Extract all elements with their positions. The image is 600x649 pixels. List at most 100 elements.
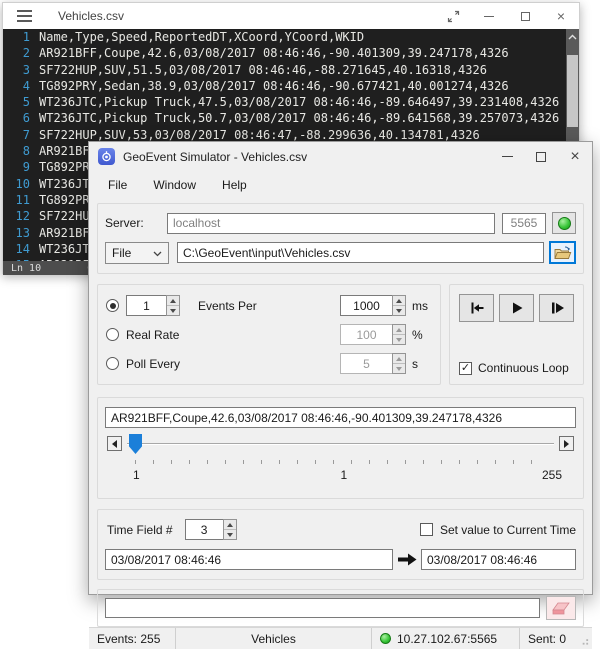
spin-down-icon[interactable] [167, 305, 179, 315]
maximize-icon[interactable] [524, 142, 558, 171]
events-count: Events: 255 [89, 628, 175, 649]
line-text: AR921BF [39, 257, 90, 261]
line-text: TG892PR [39, 159, 90, 175]
line-text: Name,Type,Speed,ReportedDT,XCoord,YCoord… [39, 29, 364, 45]
menu-window[interactable]: Window [140, 174, 209, 196]
event-count-value[interactable]: 1 [126, 295, 166, 316]
scrollbar-thumb[interactable] [567, 55, 578, 127]
event-group: AR921BFF,Coupe,42.6,03/08/2017 08:46:46,… [97, 397, 584, 499]
line-number: 7 [3, 127, 39, 143]
time-field-spinner[interactable]: 3 [185, 519, 237, 540]
step-forward-button[interactable] [539, 294, 574, 322]
minimize-icon[interactable] [471, 3, 507, 29]
editor-line: 4TG892PRY,Sedan,38.9,03/08/2017 08:46:46… [3, 78, 579, 94]
menu-help[interactable]: Help [209, 174, 260, 196]
time-field-value[interactable]: 3 [185, 519, 223, 540]
poll-every-value: 5 [340, 353, 392, 374]
open-file-button[interactable] [549, 241, 576, 264]
line-number: 8 [3, 143, 39, 159]
line-text: TG892PRY,Sedan,38.9,03/08/2017 08:46:46,… [39, 78, 509, 94]
sent-count: Sent: 0 [519, 628, 577, 649]
time-to-input[interactable]: 03/08/2017 08:46:46 [421, 549, 576, 570]
line-text: WT236JT [39, 176, 90, 192]
server-address: 10.27.102.67:5565 [397, 632, 497, 646]
server-port-input[interactable]: 5565 [502, 213, 546, 234]
spin-down-icon[interactable] [393, 305, 405, 315]
fixed-rate-radio[interactable] [106, 299, 119, 312]
line-number: 14 [3, 241, 39, 257]
connection-status-icon [558, 217, 571, 230]
poll-every-radio[interactable] [106, 357, 119, 370]
editor-window-controls: × [435, 3, 579, 29]
line-text: AR921BF [39, 225, 90, 241]
close-icon[interactable]: × [543, 3, 579, 29]
eraser-icon [551, 601, 571, 616]
current-event-input[interactable]: AR921BFF,Coupe,42.6,03/08/2017 08:46:46,… [105, 407, 576, 428]
server-host-input[interactable]: localhost [167, 213, 495, 234]
interval-value[interactable]: 1000 [340, 295, 392, 316]
spin-up-icon [393, 354, 405, 363]
resize-grip[interactable] [577, 628, 592, 649]
line-text: WT236JTC,Pickup Truck,50.7,03/08/2017 08… [39, 110, 559, 126]
chevron-down-icon [153, 246, 162, 260]
cursor-line-indicator: Ln 10 [11, 263, 41, 274]
ms-unit-label: ms [406, 299, 432, 313]
transport-group: ✓ Continuous Loop [449, 284, 584, 385]
minimize-icon[interactable] [490, 142, 524, 171]
connect-button[interactable] [552, 212, 576, 234]
slider-ticks [135, 460, 546, 464]
set-current-time-label: Set value to Current Time [440, 523, 576, 537]
real-rate-radio[interactable] [106, 328, 119, 341]
play-button[interactable] [499, 294, 534, 322]
skip-to-start-button[interactable] [459, 294, 494, 322]
simulator-statusbar: Events: 255 Vehicles 10.27.102.67:5565 S… [89, 627, 592, 649]
editor-line: 3SF722HUP,SUV,51.5,03/08/2017 08:46:46,-… [3, 62, 579, 78]
file-path-input[interactable]: C:\GeoEvent\input\Vehicles.csv [177, 242, 544, 263]
line-number: 11 [3, 192, 39, 208]
line-number: 2 [3, 45, 39, 61]
set-current-time-checkbox[interactable] [420, 523, 433, 536]
arrow-right-icon [397, 553, 417, 566]
simulator-titlebar: GeoEvent Simulator - Vehicles.csv × [89, 142, 592, 171]
slider-track[interactable] [127, 443, 554, 445]
simulator-window-title: GeoEvent Simulator - Vehicles.csv [123, 150, 307, 164]
progress-field [105, 598, 540, 618]
line-text: AR921BF [39, 143, 90, 159]
skip-to-start-icon [469, 301, 485, 315]
rate-transport-row: 1 Events Per 1000 ms Real Rate 100 % Pol… [97, 284, 584, 385]
spin-up-icon[interactable] [167, 296, 179, 305]
geoevent-app-icon [98, 148, 115, 165]
spin-up-icon[interactable] [224, 520, 236, 529]
interval-spinner[interactable]: 1000 [340, 295, 406, 316]
editor-line: 1Name,Type,Speed,ReportedDT,XCoord,YCoor… [3, 29, 579, 45]
poll-every-label: Poll Every [126, 357, 340, 371]
scrollbar-up-icon[interactable] [566, 29, 579, 45]
line-number: 5 [3, 94, 39, 110]
time-from-input[interactable]: 03/08/2017 08:46:46 [105, 549, 393, 570]
fullscreen-icon[interactable] [435, 3, 471, 29]
spin-down-icon [393, 363, 405, 373]
spin-down-icon[interactable] [224, 529, 236, 539]
continuous-loop-checkbox[interactable]: ✓ [459, 362, 472, 375]
menu-file[interactable]: File [95, 174, 140, 196]
real-rate-label: Real Rate [126, 328, 340, 342]
line-number: 9 [3, 159, 39, 175]
close-icon[interactable]: × [558, 142, 592, 171]
play-icon [510, 301, 524, 315]
maximize-icon[interactable] [507, 3, 543, 29]
continuous-loop-label: Continuous Loop [478, 361, 569, 375]
line-number: 6 [3, 110, 39, 126]
spin-down-icon [393, 334, 405, 344]
slider-right-button[interactable] [559, 436, 574, 451]
hamburger-menu-icon[interactable] [17, 10, 32, 22]
progress-group [97, 589, 584, 627]
event-count-spinner[interactable]: 1 [126, 295, 180, 316]
simulator-window: GeoEvent Simulator - Vehicles.csv × File… [88, 141, 593, 595]
spin-up-icon[interactable] [393, 296, 405, 305]
source-type-dropdown[interactable]: File [105, 242, 169, 264]
slider-left-button[interactable] [107, 436, 122, 451]
poll-every-spinner: 5 [340, 353, 406, 374]
connection-group: Server: localhost 5565 File C:\GeoEvent\… [97, 203, 584, 274]
slider-thumb[interactable] [129, 434, 142, 454]
folder-open-icon [554, 245, 572, 260]
